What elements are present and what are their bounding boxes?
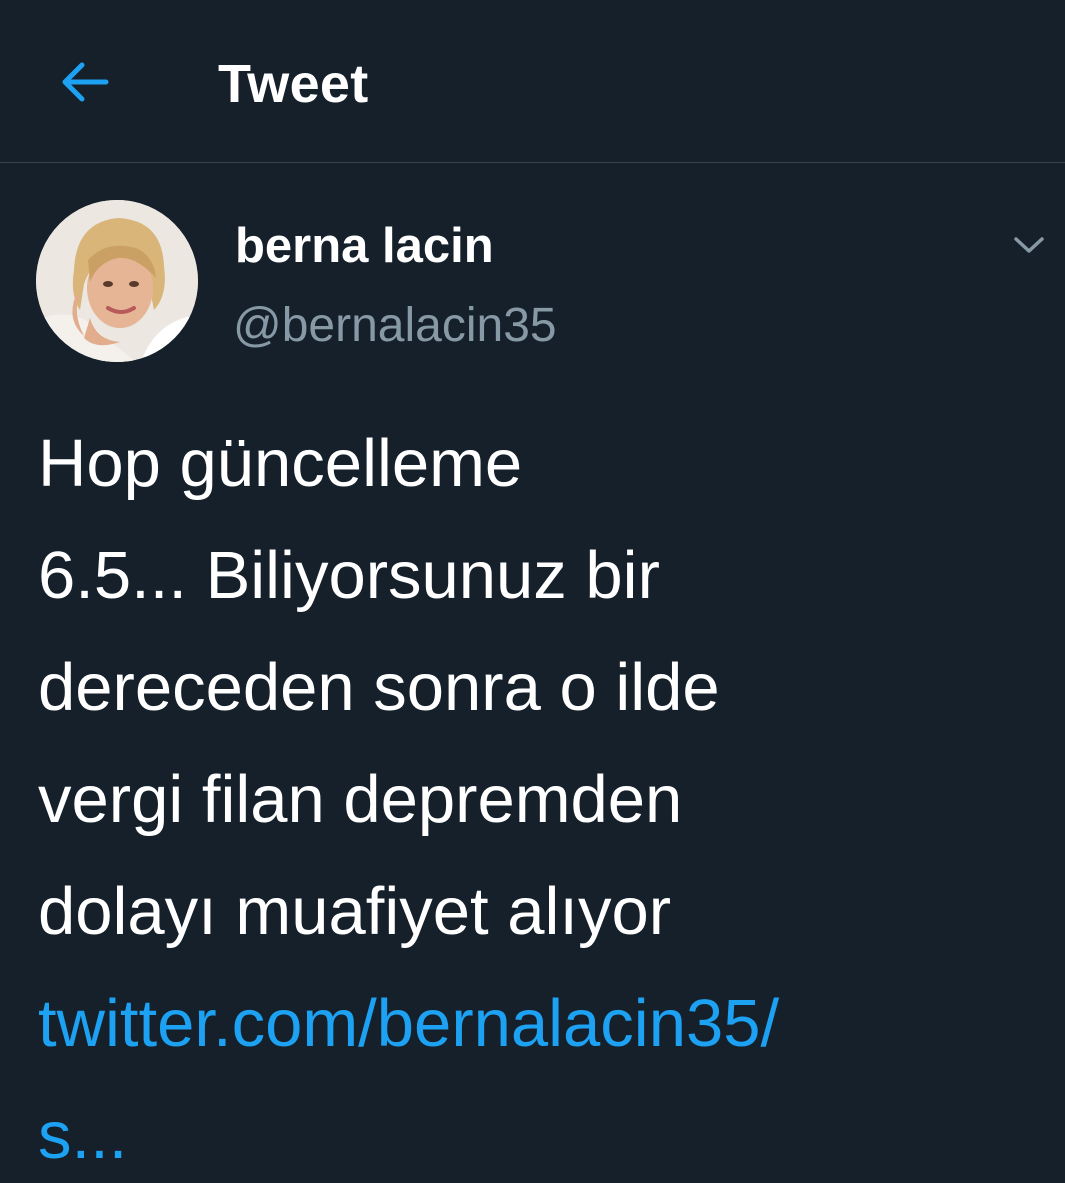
tweet-link-line: twitter.com/bernalacin35/ — [38, 986, 780, 1061]
tweet-text-line: dolayı muafiyet alıyor — [38, 874, 672, 949]
tweet-text: Hop güncelleme 6.5... Biliyorsunuz bir d… — [38, 408, 1048, 1183]
profile-photo — [36, 200, 198, 362]
author-handle[interactable]: @bernalacin35 — [233, 296, 557, 356]
tweet-link[interactable]: twitter.com/bernalacin35/ s... — [38, 968, 1048, 1183]
back-button[interactable] — [52, 50, 116, 114]
tweet-text-line: 6.5... Biliyorsunuz bir — [38, 538, 660, 613]
tweet-options-button[interactable] — [1004, 220, 1054, 270]
author-display-name[interactable]: berna lacin — [235, 216, 494, 276]
tweet-text-line: Hop güncelleme — [38, 426, 523, 501]
tweet-text-line: dereceden sonra o ilde — [38, 650, 720, 725]
avatar[interactable] — [36, 200, 198, 362]
page-title: Tweet — [218, 54, 369, 114]
top-app-bar: Tweet — [0, 0, 1065, 163]
tweet-link-line: s... — [38, 1098, 128, 1173]
tweet-text-line: vergi filan depremden — [38, 762, 683, 837]
tweet-detail-screen: Tweet berna lacin @bernalacin35 Hop günc… — [0, 0, 1065, 1183]
chevron-down-icon — [1014, 237, 1044, 253]
arrow-left-icon — [62, 62, 109, 102]
